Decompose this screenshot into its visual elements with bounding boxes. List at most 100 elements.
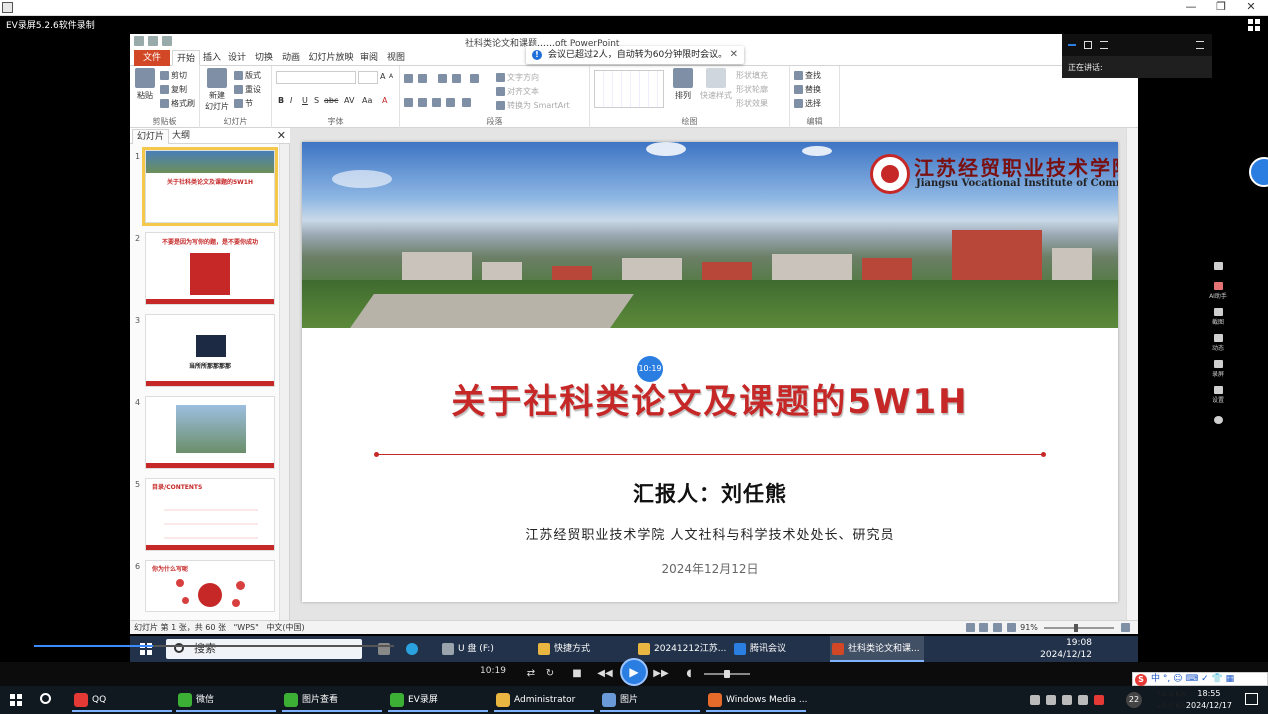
volume-icon[interactable] xyxy=(1062,695,1072,705)
numbering-icon[interactable] xyxy=(418,74,427,83)
shrink-font-button[interactable]: A xyxy=(389,73,393,80)
align-left-icon[interactable] xyxy=(404,98,413,107)
windows-start-icon[interactable] xyxy=(10,694,22,706)
tab-slideshow[interactable]: 幻灯片放映 xyxy=(308,50,354,66)
layout-button[interactable]: 版式 xyxy=(234,70,261,81)
format-painter-button[interactable]: 格式刷 xyxy=(160,98,195,109)
taskbar-search-box[interactable]: 搜索 xyxy=(166,639,362,659)
strikethrough-button[interactable]: abc xyxy=(324,96,338,105)
shape-outline-button[interactable]: 形状轮廓 xyxy=(736,84,768,95)
slide-thumbnail[interactable]: 关于社科类论文及课题的5W1H xyxy=(142,147,278,226)
bullets-icon[interactable] xyxy=(404,74,413,83)
replace-button[interactable]: 替换 xyxy=(794,84,821,95)
bold-button[interactable]: B xyxy=(278,96,284,105)
shadow-button[interactable]: S xyxy=(314,96,319,105)
shield-icon[interactable] xyxy=(1206,262,1230,271)
list-icon[interactable] xyxy=(1196,41,1204,49)
font-name-input[interactable] xyxy=(276,71,356,84)
copy-button[interactable]: 复制 xyxy=(160,84,187,95)
stop-icon[interactable]: ■ xyxy=(568,665,586,683)
font-color-button[interactable]: A xyxy=(382,96,387,105)
volume-slider-thumb[interactable] xyxy=(724,670,730,678)
tab-insert[interactable]: 插入 xyxy=(202,50,222,66)
align-right-icon[interactable] xyxy=(432,98,441,107)
tab-transitions[interactable]: 切换 xyxy=(254,50,274,66)
save-icon[interactable] xyxy=(134,36,144,46)
slideshow-view-icon[interactable] xyxy=(1006,623,1016,632)
playback-progress[interactable] xyxy=(34,645,394,647)
search-icon[interactable] xyxy=(40,693,51,704)
new-slide-button[interactable]: 新建 幻灯片 xyxy=(202,68,232,112)
find-button[interactable]: 查找 xyxy=(794,70,821,81)
increase-indent-icon[interactable] xyxy=(452,74,461,83)
normal-view-icon[interactable] xyxy=(965,623,975,632)
taskbar-item[interactable]: U 盘 (F:) xyxy=(440,636,494,662)
settings-button[interactable]: 设置 xyxy=(1206,386,1230,404)
taskbar-item-explorer[interactable]: Administrator xyxy=(494,688,594,712)
slide-thumbnail[interactable]: 目录/CONTENTS xyxy=(145,478,275,551)
tab-view[interactable]: 视图 xyxy=(385,50,407,66)
font-size-input[interactable] xyxy=(358,71,378,84)
paste-button[interactable]: 粘贴 xyxy=(134,68,156,101)
justify-icon[interactable] xyxy=(446,98,455,107)
taskbar-item-pictures[interactable]: 图片 xyxy=(600,688,700,712)
close-icon[interactable]: ✕ xyxy=(277,129,286,142)
reset-button[interactable]: 重设 xyxy=(234,84,261,95)
current-slide[interactable]: 江苏经贸职业技术学院 Jiangsu Vocational Institute … xyxy=(302,142,1118,602)
meeting-float-button[interactable] xyxy=(1249,157,1268,187)
ai-assistant-button[interactable]: AI助手 xyxy=(1206,282,1230,300)
align-center-icon[interactable] xyxy=(418,98,427,107)
notification-count-badge[interactable]: 22 xyxy=(1126,692,1142,708)
zoom-slider-thumb[interactable] xyxy=(1074,623,1079,632)
grow-font-button[interactable]: A xyxy=(380,72,385,81)
slide-thumbnail[interactable]: 当所所那那那那 xyxy=(145,314,275,387)
previous-icon[interactable]: ◀◀ xyxy=(596,665,614,683)
reading-view-icon[interactable] xyxy=(993,623,1003,632)
network-icon[interactable] xyxy=(1046,695,1056,705)
tab-slides[interactable]: 幻灯片 xyxy=(132,129,170,144)
ime-icon[interactable] xyxy=(1078,695,1088,705)
tab-outline[interactable]: 大纲 xyxy=(168,129,194,144)
section-button[interactable]: 节 xyxy=(234,98,253,109)
taskbar-item[interactable]: 社科类论文和课... xyxy=(830,636,924,662)
select-button[interactable]: 选择 xyxy=(794,98,821,109)
cut-button[interactable]: 剪切 xyxy=(160,70,187,81)
tab-animations[interactable]: 动画 xyxy=(281,50,301,66)
change-case-button[interactable]: Aa xyxy=(362,96,372,105)
taskbar-item-image-viewer[interactable]: 图片查看 xyxy=(282,688,382,712)
columns-icon[interactable] xyxy=(462,98,471,107)
taskbar-item-qq[interactable]: QQ xyxy=(72,688,172,712)
language[interactable]: 中文(中国) xyxy=(266,623,304,632)
volume-icon[interactable]: ◖ xyxy=(680,665,698,683)
tab-file[interactable]: 文件 xyxy=(134,50,170,66)
close-icon[interactable]: ✕ xyxy=(730,46,738,64)
task-view-icon[interactable] xyxy=(376,636,394,662)
panel-scrollbar[interactable] xyxy=(279,144,289,620)
shape-fill-button[interactable]: 形状填充 xyxy=(736,70,768,81)
taskbar-item[interactable]: 腾讯会议 xyxy=(732,636,786,662)
slide-thumbnail[interactable] xyxy=(145,396,275,469)
shield-icon[interactable] xyxy=(1030,695,1040,705)
underline-button[interactable]: U xyxy=(302,96,308,105)
tab-home[interactable]: 开始 xyxy=(172,50,200,66)
shape-effects-button[interactable]: 形状效果 xyxy=(736,98,768,109)
screenshot-button[interactable]: 截图 xyxy=(1206,308,1230,326)
tab-design[interactable]: 设计 xyxy=(227,50,247,66)
slide-thumbnail[interactable]: 不要是因为写你的题，是不要你成功 xyxy=(145,232,275,305)
gear-icon[interactable] xyxy=(1206,416,1230,425)
system-clock[interactable]: 18:55 2024/12/17 xyxy=(1186,688,1232,712)
shuffle-icon[interactable]: ⇄ xyxy=(522,665,540,683)
italic-button[interactable]: I xyxy=(290,96,292,105)
dynamic-button[interactable]: 动态 xyxy=(1206,334,1230,352)
taskbar-item-ev-recorder[interactable]: EV录屏 xyxy=(388,688,488,712)
taskbar-item-wechat[interactable]: 微信 xyxy=(176,688,276,712)
redo-icon[interactable] xyxy=(162,36,172,46)
taskbar-item-media-player[interactable]: Windows Media ... xyxy=(706,688,808,712)
align-text-button[interactable]: 对齐文本 xyxy=(496,86,539,97)
record-button[interactable]: 录屏 xyxy=(1206,360,1230,378)
sogou-icon[interactable] xyxy=(1094,695,1104,705)
sorter-view-icon[interactable] xyxy=(979,623,989,632)
taskbar-item[interactable]: 快捷方式 xyxy=(536,636,590,662)
shapes-gallery[interactable] xyxy=(594,70,664,108)
next-icon[interactable]: ▶▶ xyxy=(652,665,670,683)
